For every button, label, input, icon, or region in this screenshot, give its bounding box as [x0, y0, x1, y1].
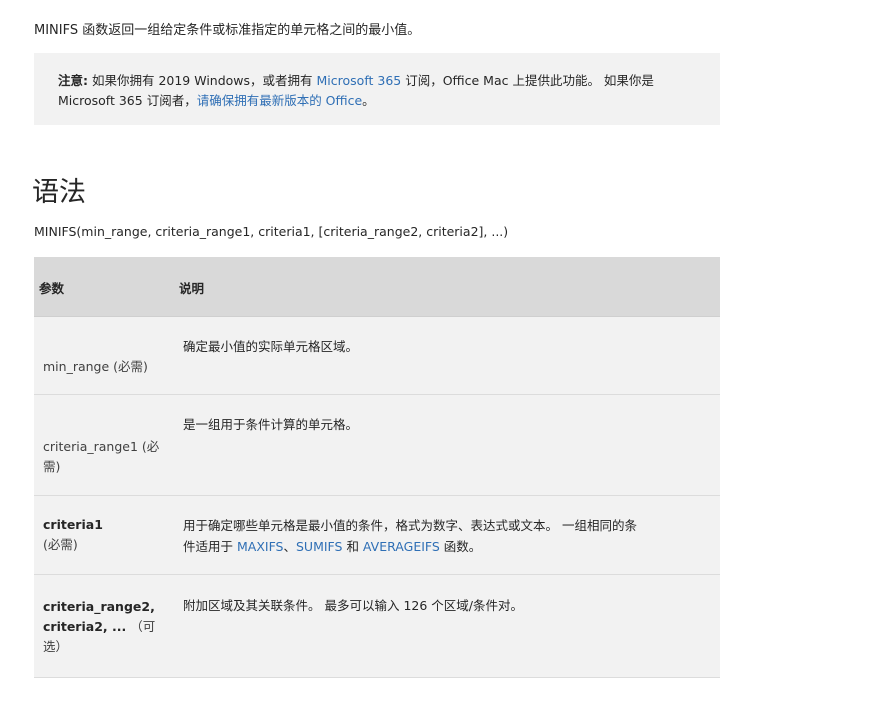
- note-line-2: Microsoft 365 订阅者，请确保拥有最新版本的 Office。: [58, 91, 696, 111]
- param-line-1: criteria_range1 (必: [43, 439, 160, 454]
- averageifs-link[interactable]: AVERAGEIFS: [363, 539, 440, 554]
- desc-cell: 是一组用于条件计算的单元格。: [183, 417, 359, 432]
- param-optional: （可: [126, 619, 156, 634]
- param-cell: criteria1 (必需): [43, 515, 163, 555]
- param-name: criteria_range2,: [43, 599, 155, 614]
- desc-separator: 、: [283, 539, 296, 554]
- param-cell: criteria_range2, criteria2, ... （可 选）: [43, 597, 168, 657]
- note-box: 注意: 如果你拥有 2019 Windows，或者拥有 Microsoft 36…: [34, 53, 720, 125]
- param-name: criteria2: [43, 619, 103, 634]
- desc-cell: 用于确定哪些单元格是最小值的条件，格式为数字、表达式或文本。 一组相同的条 件适…: [183, 515, 708, 557]
- intro-text: MINIFS 函数返回一组给定条件或标准指定的单元格之间的最小值。: [34, 23, 421, 38]
- desc-cell: 附加区域及其关联条件。 最多可以输入 126 个区域/条件对。: [183, 598, 523, 613]
- note-label: 注意:: [58, 73, 88, 88]
- note-text-3: Microsoft 365 订阅者，: [58, 93, 197, 108]
- arguments-table: 参数 说明 min_range (必需) 确定最小值的实际单元格区域。 crit…: [34, 257, 720, 678]
- syntax-text: MINIFS(min_range, criteria_range1, crite…: [34, 224, 509, 239]
- desc-text: 函数。: [439, 539, 482, 554]
- param-cell: min_range (必需): [43, 359, 148, 374]
- param-line-2: criteria2, ... （可: [43, 617, 168, 637]
- note-line-1: 注意: 如果你拥有 2019 Windows，或者拥有 Microsoft 36…: [58, 71, 696, 91]
- note-text-2: 订阅，Office Mac 上提供此功能。 如果你是: [401, 73, 654, 88]
- param-name: criteria1: [43, 517, 103, 532]
- param-line-2: 需): [43, 459, 61, 474]
- table-header: 参数 说明: [34, 257, 720, 317]
- param-cell: criteria_range1 (必 需): [43, 437, 163, 477]
- desc-line-2: 件适用于 MAXIFS、SUMIFS 和 AVERAGEIFS 函数。: [183, 536, 708, 557]
- desc-cell: 确定最小值的实际单元格区域。: [183, 339, 359, 354]
- header-desc: 说明: [179, 281, 205, 296]
- table-row: criteria_range1 (必 需) 是一组用于条件计算的单元格。: [34, 395, 720, 496]
- param-optional-end: 选）: [43, 639, 69, 654]
- note-text-1: 如果你拥有 2019 Windows，或者拥有: [88, 73, 317, 88]
- param-ellipsis: , ...: [102, 619, 127, 634]
- table-row: min_range (必需) 确定最小值的实际单元格区域。: [34, 317, 720, 395]
- note-text-4: 。: [362, 93, 375, 108]
- microsoft-365-link[interactable]: Microsoft 365: [317, 73, 402, 88]
- table-row: criteria_range2, criteria2, ... （可 选） 附加…: [34, 575, 720, 678]
- header-param: 参数: [39, 281, 65, 296]
- desc-line-1: 用于确定哪些单元格是最小值的条件，格式为数字、表达式或文本。 一组相同的条: [183, 518, 637, 533]
- table-row: criteria1 (必需) 用于确定哪些单元格是最小值的条件，格式为数字、表达…: [34, 496, 720, 575]
- desc-text: 件适用于: [183, 539, 237, 554]
- update-office-link[interactable]: 请确保拥有最新版本的 Office: [197, 93, 362, 108]
- desc-separator: 和: [342, 539, 363, 554]
- sumifs-link[interactable]: SUMIFS: [296, 539, 342, 554]
- section-heading: 语法: [32, 177, 86, 208]
- maxifs-link[interactable]: MAXIFS: [237, 539, 284, 554]
- param-required: (必需): [43, 537, 78, 552]
